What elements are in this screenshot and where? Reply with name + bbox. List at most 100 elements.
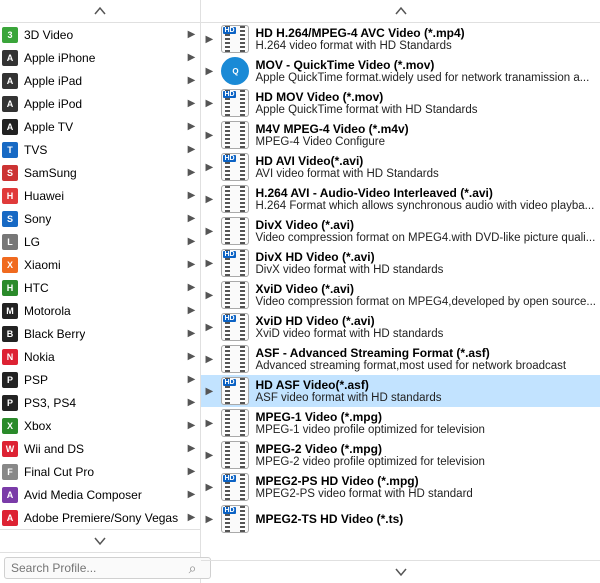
format-title: ASF - Advanced Streaming Format (*.asf)	[255, 346, 596, 360]
sidebar-item-mi[interactable]: XXiaomi▶	[0, 253, 200, 276]
sidebar-item-ipod[interactable]: AApple iPod▶	[0, 92, 200, 115]
sidebar-item-label: 3D Video	[24, 28, 73, 42]
sidebar-item-xbox[interactable]: XXbox▶	[0, 414, 200, 437]
sidebar-item-bb[interactable]: BBlack Berry▶	[0, 322, 200, 345]
sidebar-item-label: Nokia	[24, 350, 55, 364]
video-format-icon: HD	[221, 313, 249, 341]
tvs-icon: T	[2, 142, 18, 158]
format-item[interactable]: ▶HDXviD HD Video (*.avi)XviD video forma…	[201, 311, 600, 343]
sidebar-item-label: SamSung	[24, 166, 77, 180]
format-title: DivX Video (*.avi)	[255, 218, 596, 232]
sidebar-item-label: Avid Media Composer	[24, 488, 142, 502]
chevron-down-icon	[93, 534, 107, 548]
chevron-right-icon: ▶	[186, 52, 196, 63]
sidebar-item-lg[interactable]: LLG▶	[0, 230, 200, 253]
disclosure-triangle-icon: ▶	[205, 258, 215, 269]
format-item[interactable]: ▶HDDivX HD Video (*.avi)DivX video forma…	[201, 247, 600, 279]
sidebar-item-label: HTC	[24, 281, 49, 295]
category-list: 33D Video▶AApple iPhone▶AApple iPad▶AApp…	[0, 23, 200, 529]
format-desc: Apple QuickTime format with HD Standards	[255, 104, 596, 116]
format-item[interactable]: ▶HDHD AVI Video(*.avi)AVI video format w…	[201, 151, 600, 183]
video-format-icon: HD	[221, 377, 249, 405]
sidebar-item-tv[interactable]: AApple TV▶	[0, 115, 200, 138]
format-item[interactable]: ▶MPEG-2 Video (*.mpg)MPEG-2 video profil…	[201, 439, 600, 471]
sidebar-item-nokia[interactable]: NNokia▶	[0, 345, 200, 368]
psp-icon: P	[2, 372, 18, 388]
format-item[interactable]: ▶ MPEG-1 Video (*.mpg)MPEG-1 video profil…	[201, 407, 600, 439]
format-item[interactable]: ▶HDHD ASF Video(*.asf)ASF video format w…	[201, 375, 600, 407]
chevron-up-icon	[93, 4, 107, 18]
format-desc: Video compression format on MPEG4.with D…	[255, 232, 596, 244]
format-desc: H.264 Format which allows synchronous au…	[255, 200, 596, 212]
sidebar-item-htc[interactable]: HHTC▶	[0, 276, 200, 299]
sidebar-item-3d[interactable]: 33D Video▶	[0, 23, 200, 46]
sidebar-item-sony[interactable]: SSony▶	[0, 207, 200, 230]
sidebar-item-fcp[interactable]: FFinal Cut Pro▶	[0, 460, 200, 483]
format-item[interactable]: ▶ DivX Video (*.avi)Video compression for…	[201, 215, 600, 247]
format-item[interactable]: ▶ HD MPEG2-TS HD Video (*.ts)	[201, 503, 600, 535]
format-item[interactable]: ▶HDHD H.264/MPEG-4 AVC Video (*.mp4)H.26…	[201, 23, 600, 55]
format-title: HD ASF Video(*.asf)	[255, 378, 596, 392]
sidebar-item-tablet[interactable]: AApple iPad▶	[0, 69, 200, 92]
sidebar-item-moto[interactable]: MMotorola▶	[0, 299, 200, 322]
format-desc: Video compression format on MPEG4,develo…	[255, 296, 596, 308]
format-item[interactable]: ▶QMOV - QuickTime Video (*.mov)Apple Qui…	[201, 55, 600, 87]
sidebar-item-label: Wii and DS	[24, 442, 84, 456]
disclosure-triangle-icon: ▶	[205, 226, 215, 237]
disclosure-triangle-icon: ▶	[205, 354, 215, 365]
avid-icon: A	[2, 487, 18, 503]
format-title: MPEG-2 Video (*.mpg)	[255, 442, 596, 456]
format-item[interactable]: ▶ ASF - Advanced Streaming Format (*.asf)…	[201, 343, 600, 375]
chevron-right-icon: ▶	[186, 75, 196, 86]
format-item[interactable]: ▶ H.264 AVI - Audio-Video Interleaved (*.…	[201, 183, 600, 215]
chevron-right-icon: ▶	[186, 29, 196, 40]
disclosure-triangle-icon: ▶	[205, 194, 215, 205]
sidebar-item-label: PS3, PS4	[24, 396, 76, 410]
disclosure-triangle-icon: ▶	[205, 514, 215, 525]
format-desc: MPEG-2 video profile optimized for telev…	[255, 456, 596, 468]
format-item[interactable]: ▶M4V MPEG-4 Video (*.m4v)MPEG-4 Video Co…	[201, 119, 600, 151]
chevron-right-icon: ▶	[186, 190, 196, 201]
sidebar-item-avid[interactable]: AAvid Media Composer▶	[0, 483, 200, 506]
lg-icon: L	[2, 234, 18, 250]
video-format-icon	[221, 345, 249, 373]
phone-icon: A	[2, 50, 18, 66]
format-desc: XviD video format with HD standards	[255, 328, 596, 340]
sidebar-item-tvs[interactable]: TTVS▶	[0, 138, 200, 161]
tablet-icon: A	[2, 73, 18, 89]
sidebar-item-label: Xiaomi	[24, 258, 61, 272]
format-item[interactable]: ▶XviD Video (*.avi)Video compression for…	[201, 279, 600, 311]
sidebar-item-label: Sony	[24, 212, 51, 226]
right-scroll-down[interactable]	[201, 560, 600, 583]
format-title: MPEG2-TS HD Video (*.ts)	[255, 512, 596, 526]
format-title: H.264 AVI - Audio-Video Interleaved (*.a…	[255, 186, 596, 200]
sidebar-item-wii[interactable]: WWii and DS▶	[0, 437, 200, 460]
format-desc: MPEG2-PS video format with HD standard	[255, 488, 596, 500]
sidebar-item-adobe[interactable]: AAdobe Premiere/Sony Vegas▶	[0, 506, 200, 529]
sidebar-item-huawei[interactable]: HHuawei▶	[0, 184, 200, 207]
sidebar-item-psp[interactable]: PPSP▶	[0, 368, 200, 391]
video-format-icon	[221, 281, 249, 309]
disclosure-triangle-icon: ▶	[205, 418, 215, 429]
format-desc: MPEG-1 video profile optimized for telev…	[255, 424, 596, 436]
search-icon: ⌕	[189, 560, 197, 577]
search-input[interactable]	[4, 557, 211, 579]
sidebar-item-phone[interactable]: AApple iPhone▶	[0, 46, 200, 69]
disclosure-triangle-icon: ▶	[205, 162, 215, 173]
sony-icon: S	[2, 211, 18, 227]
right-scroll-up[interactable]	[201, 0, 600, 23]
chevron-right-icon: ▶	[186, 98, 196, 109]
sidebar-item-samsung[interactable]: SSamSung▶	[0, 161, 200, 184]
format-item[interactable]: ▶HDMPEG2-PS HD Video (*.mpg)MPEG2-PS vid…	[201, 471, 600, 503]
format-desc: Advanced streaming format,most used for …	[255, 360, 596, 372]
left-scroll-down[interactable]	[0, 529, 200, 552]
video-format-icon: HD	[221, 505, 249, 533]
format-title: DivX HD Video (*.avi)	[255, 250, 596, 264]
chevron-right-icon: ▶	[186, 305, 196, 316]
chevron-up-icon	[394, 4, 408, 18]
sidebar-item-ps[interactable]: PPS3, PS4▶	[0, 391, 200, 414]
format-title: MPEG-1 Video (*.mpg)	[255, 410, 596, 424]
adobe-icon: A	[2, 510, 18, 526]
format-item[interactable]: ▶HDHD MOV Video (*.mov)Apple QuickTime f…	[201, 87, 600, 119]
left-scroll-up[interactable]	[0, 0, 200, 23]
